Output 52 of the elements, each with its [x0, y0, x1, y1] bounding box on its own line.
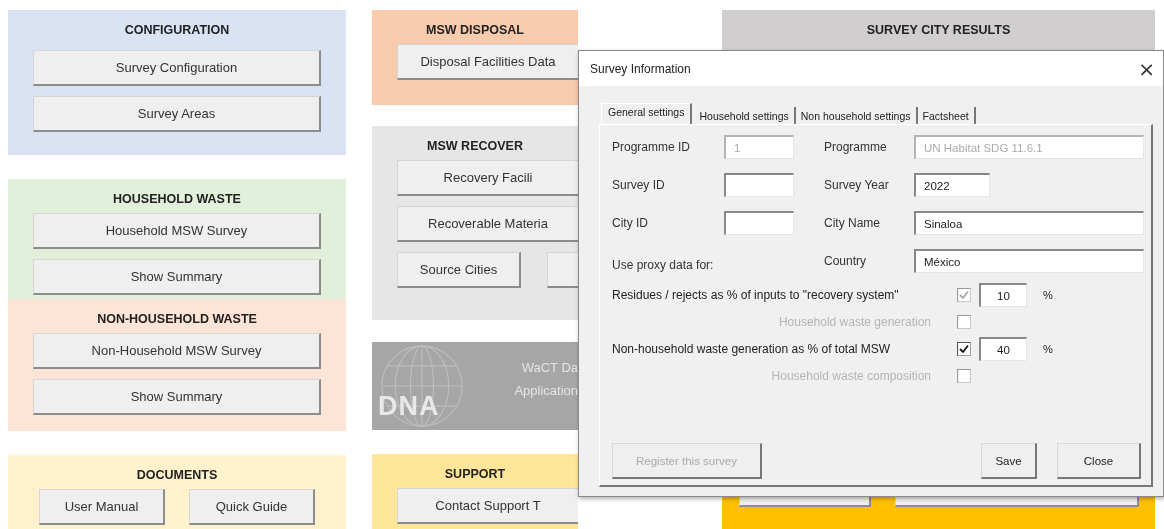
panel-button[interactable]: Survey Configuration — [33, 50, 321, 86]
section-title: SUPPORT — [444, 466, 506, 483]
panel-button[interactable]: Show Summary — [33, 379, 321, 415]
input-field[interactable] — [724, 211, 794, 235]
section-title: DOCUMENTS — [136, 467, 218, 484]
percent-field[interactable]: 40 — [979, 337, 1027, 361]
input-field[interactable] — [724, 173, 794, 197]
field-label: Survey ID — [612, 178, 666, 192]
panel-button[interactable]: User Manual — [39, 489, 165, 525]
banner-text: Application — [514, 383, 578, 398]
panel-button[interactable]: Quick Guide — [189, 489, 315, 525]
option-label: Residues / rejects as % of inputs to "recovery system" — [612, 288, 900, 302]
panel-button[interactable]: Recovery Facili — [397, 160, 578, 196]
blank-button[interactable] — [547, 252, 578, 288]
globe-icon — [378, 343, 466, 429]
option-label: Household waste generation — [777, 315, 932, 329]
unit-label: % — [1042, 289, 1054, 301]
section-title: MSW DISPOSAL — [426, 22, 524, 39]
checkbox[interactable] — [957, 342, 971, 356]
field-label: City ID — [612, 216, 649, 230]
field-label: Survey Year — [824, 178, 890, 192]
input-field[interactable]: México — [914, 249, 1144, 273]
unit-label: % — [1042, 343, 1054, 355]
window-title: Survey Information — [590, 61, 691, 76]
section-title: HOUSEHOLD WASTE — [113, 191, 241, 208]
section-title: NON-HOUSEHOLD WASTE — [97, 311, 257, 328]
input-field[interactable]: Sinaloa — [914, 211, 1144, 235]
section-title: CONFIGURATION — [124, 22, 230, 39]
panel-button[interactable]: Show Summary — [33, 259, 321, 295]
panel-button[interactable]: Recoverable Materia — [397, 206, 578, 242]
field-label: Programme ID — [612, 140, 692, 154]
dialog-button[interactable]: Save — [981, 443, 1037, 479]
section-title: SURVEY CITY RESULTS — [866, 22, 1011, 39]
field-label: Programme — [824, 140, 888, 154]
option-label: Household waste composition — [770, 369, 932, 383]
panel-button[interactable]: Household MSW Survey — [33, 213, 321, 249]
dialog-button[interactable]: Close — [1057, 443, 1141, 479]
field-label: City Name — [824, 216, 881, 230]
tab[interactable]: General settings — [601, 103, 693, 124]
panel-button[interactable]: Non-Household MSW Survey — [33, 333, 321, 369]
banner-text: WaCT Da — [521, 360, 578, 375]
section-title: MSW RECOVER — [427, 138, 523, 155]
panel-button[interactable]: Disposal Facilities Data — [397, 44, 578, 80]
field-label: Country — [824, 254, 868, 268]
proxy-heading: Use proxy data for: — [612, 257, 715, 272]
logo-text: DNA — [378, 391, 440, 422]
panel-button[interactable]: Survey Areas — [33, 96, 321, 132]
option-label: Non-household waste generation as % of total MSW — [612, 342, 892, 356]
panel-button[interactable]: Contact Support T — [397, 488, 578, 524]
input-field[interactable]: 2022 — [914, 173, 990, 197]
close-button[interactable]: × — [1130, 58, 1163, 79]
panel-button[interactable]: Source Cities — [397, 252, 521, 288]
